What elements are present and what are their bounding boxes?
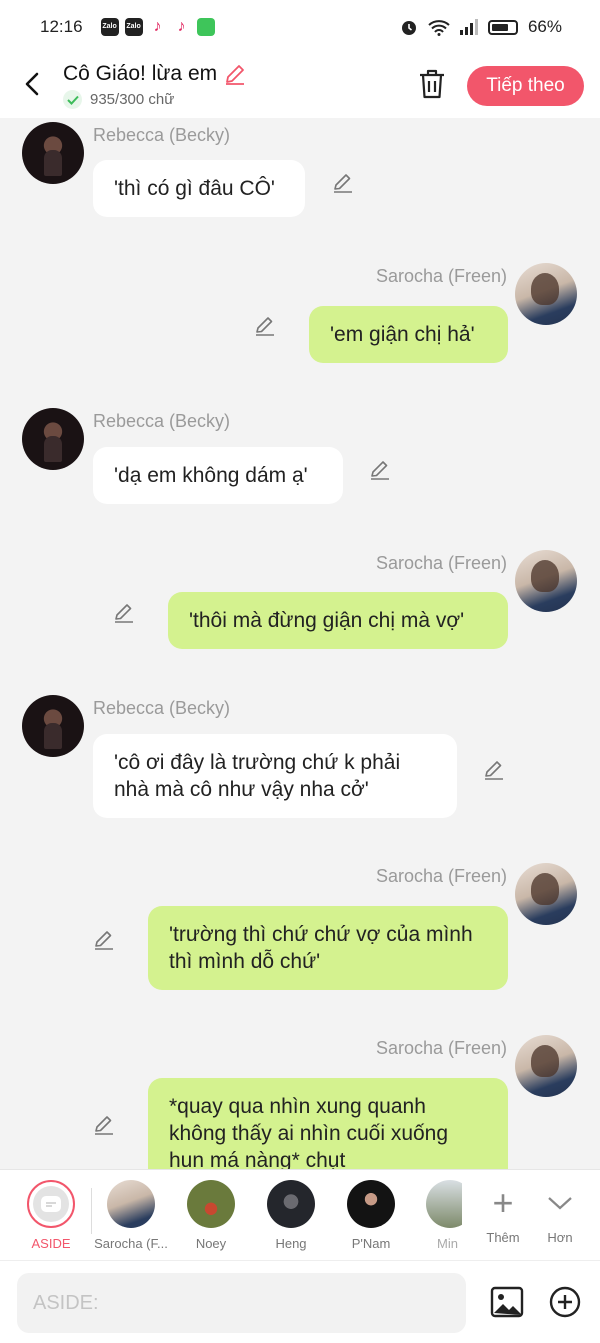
character-bar: ASIDE Sarocha (F... Noey Heng P'Nam Min … xyxy=(0,1169,600,1260)
sender-name: Sarocha (Freen) xyxy=(375,266,507,286)
sender-name: Sarocha (Freen) xyxy=(375,1038,507,1058)
message-bubble[interactable]: 'thôi mà đừng giận chị mà vợ' xyxy=(168,592,508,649)
add-circle-icon[interactable] xyxy=(549,1286,581,1318)
messages-notification-icon xyxy=(196,18,215,36)
avatar-freen[interactable] xyxy=(515,863,577,925)
pencil-edit-icon[interactable] xyxy=(113,601,135,623)
pencil-edit-icon[interactable] xyxy=(93,1113,115,1135)
character-label: Noey xyxy=(195,1236,227,1251)
battery-percent: 66% xyxy=(527,17,562,36)
pencil-edit-icon[interactable] xyxy=(93,928,115,950)
pencil-edit-icon[interactable] xyxy=(223,62,247,86)
avatar xyxy=(426,1180,462,1228)
message-bubble[interactable]: 'cô ơi đây là trường chứ k phải nhà mà c… xyxy=(93,734,457,818)
message-bubble[interactable]: 'em giận chị hả' xyxy=(309,306,508,363)
word-count: 935/300 chữ xyxy=(90,91,175,108)
avatar-becky[interactable] xyxy=(22,695,84,757)
character-pnam[interactable]: P'Nam xyxy=(332,1180,410,1251)
character-noey[interactable]: Noey xyxy=(172,1180,250,1251)
character-label: Min xyxy=(437,1236,458,1251)
avatar-freen[interactable] xyxy=(515,550,577,612)
avatar-freen[interactable] xyxy=(515,1035,577,1097)
composer-bar xyxy=(0,1260,600,1343)
zalo-notification-icon: Zalo xyxy=(124,18,143,36)
status-time: 12:16 xyxy=(40,17,83,36)
word-count-row: 935/300 chữ xyxy=(63,90,174,109)
character-label: Sarocha (F... xyxy=(94,1236,168,1251)
message-input[interactable] xyxy=(17,1273,466,1333)
more-label: Hơn xyxy=(547,1230,573,1245)
chat-bubble-icon xyxy=(41,1196,61,1212)
sender-name: Sarocha (Freen) xyxy=(375,553,507,573)
image-icon[interactable] xyxy=(490,1286,524,1318)
pencil-edit-icon[interactable] xyxy=(369,458,391,480)
character-sarocha[interactable]: Sarocha (F... xyxy=(92,1180,170,1251)
message-bubble[interactable]: *quay qua nhìn xung quanh không thấy ai … xyxy=(148,1078,508,1169)
avatar xyxy=(187,1180,235,1228)
plus-icon: + xyxy=(492,1182,514,1223)
chevron-down-icon xyxy=(530,1184,590,1222)
battery-icon xyxy=(487,19,518,35)
avatar-becky[interactable] xyxy=(22,408,84,470)
story-title-row[interactable]: Cô Giáo! lừa em xyxy=(63,62,247,86)
message-bubble[interactable]: 'thì có gì đâu CÔ' xyxy=(93,160,305,217)
avatar-becky[interactable] xyxy=(22,122,84,184)
pencil-edit-icon[interactable] xyxy=(332,171,354,193)
message-bubble[interactable]: 'trường thì chứ chứ vợ của mình thì mình… xyxy=(148,906,508,990)
tiktok-notification-icon: ♪ xyxy=(148,18,167,36)
character-label: P'Nam xyxy=(351,1236,391,1251)
status-bar: 12:16 Zalo Zalo ♪ ♪ 66% xyxy=(0,0,600,54)
signal-icon xyxy=(459,19,478,35)
add-label: Thêm xyxy=(486,1230,520,1245)
character-heng[interactable]: Heng xyxy=(252,1180,330,1251)
more-characters-button[interactable]: Hơn xyxy=(530,1184,590,1245)
wifi-icon xyxy=(428,19,450,36)
sender-name: Rebecca (Becky) xyxy=(93,125,231,145)
sender-name: Sarocha (Freen) xyxy=(375,866,507,886)
aside-avatar xyxy=(27,1180,75,1228)
character-label: Heng xyxy=(275,1236,307,1251)
sender-name: Rebecca (Becky) xyxy=(93,411,231,431)
checkmark-icon xyxy=(63,90,82,109)
story-header: Cô Giáo! lừa em 935/300 chữ Tiếp theo xyxy=(0,54,600,118)
zalo-notification-icon: Zalo xyxy=(100,18,119,36)
alarm-icon xyxy=(401,21,416,35)
pencil-edit-icon[interactable] xyxy=(254,314,276,336)
character-aside[interactable]: ASIDE xyxy=(12,1180,90,1251)
avatar xyxy=(347,1180,395,1228)
trash-icon[interactable] xyxy=(417,68,447,100)
pencil-edit-icon[interactable] xyxy=(483,758,505,780)
chat-area[interactable]: Rebecca (Becky) 'thì có gì đâu CÔ' Saroc… xyxy=(0,118,600,1169)
back-arrow-icon[interactable] xyxy=(20,70,44,98)
avatar-freen[interactable] xyxy=(515,263,577,325)
character-min[interactable]: Min xyxy=(412,1180,462,1251)
avatar xyxy=(107,1180,155,1228)
next-button[interactable]: Tiếp theo xyxy=(467,66,584,106)
sender-name: Rebecca (Becky) xyxy=(93,698,231,718)
tiktok-notification-icon: ♪ xyxy=(172,18,191,36)
message-bubble[interactable]: 'dạ em không dám ạ' xyxy=(93,447,343,504)
story-title: Cô Giáo! lừa em xyxy=(63,62,218,85)
add-character-button[interactable]: + Thêm xyxy=(473,1182,533,1246)
avatar xyxy=(267,1180,315,1228)
character-label: ASIDE xyxy=(31,1236,71,1251)
